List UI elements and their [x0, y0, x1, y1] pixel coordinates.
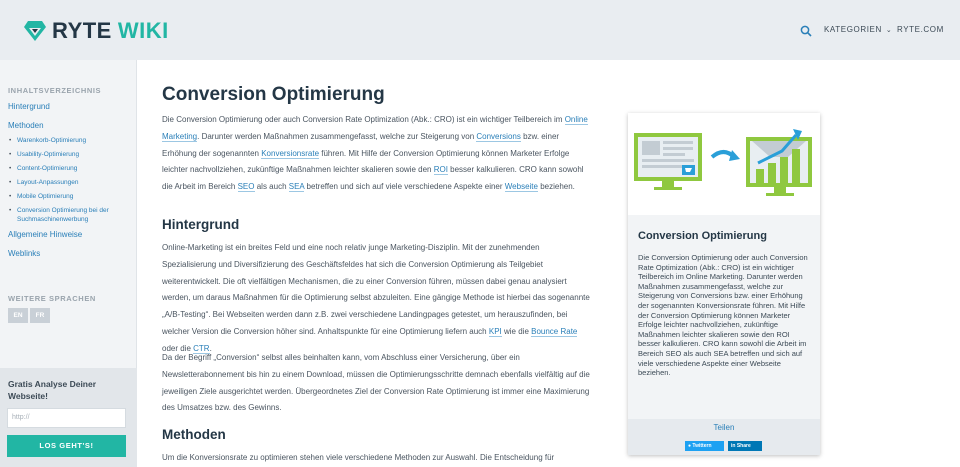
nav-kategorien-label: KATEGORIEN [824, 25, 882, 34]
summary-card: Conversion Optimierung Die Conversion Op… [628, 113, 820, 455]
twitter-share-button[interactable]: ● Twittern [685, 441, 724, 451]
nav-kategorien[interactable]: KATEGORIEN ⌄ [824, 25, 892, 34]
toc-subitem[interactable]: • Warenkorb-Optimierung [9, 137, 132, 146]
heading-hintergrund: Hintergrund [162, 217, 240, 232]
analysis-cta: Gratis Analyse Deiner Webseite! http:// … [0, 368, 137, 467]
logo-text-ryte: RYTE [52, 18, 112, 43]
intro-paragraph: Die Conversion Optimierung oder auch Con… [162, 115, 588, 193]
share-label[interactable]: Teilen [628, 423, 820, 432]
link-bounce-rate[interactable]: Bounce Rate [531, 326, 578, 337]
link-seo[interactable]: SEO [237, 182, 255, 193]
hintergrund-paragraph: Online-Marketing ist ein breites Feld un… [162, 243, 590, 354]
card-title: Conversion Optimierung [638, 230, 767, 242]
toc-subitem[interactable]: • Content-Optimierung [9, 165, 132, 174]
sidebar: INHALTSVERZEICHNIS Hintergrund Methoden … [0, 60, 137, 467]
link-sea[interactable]: SEA [288, 182, 305, 193]
toc-item-methoden[interactable]: Methoden [8, 121, 44, 130]
toc-heading: INHALTSVERZEICHNIS [8, 86, 102, 95]
link-webseite[interactable]: Webseite [504, 182, 538, 193]
languages-heading: WEITERE SPRACHEN [8, 294, 96, 303]
chevron-down-icon: ⌄ [885, 26, 893, 34]
toc-item-allgemeine-hinweise[interactable]: Allgemeine Hinweise [8, 230, 82, 239]
lang-button-fr[interactable]: FR [30, 308, 50, 323]
toc-subitem[interactable]: • Layout-Anpassungen [9, 179, 132, 188]
search-icon[interactable] [800, 25, 812, 37]
site-header: RYTE WIKI KATEGORIEN ⌄ RYTE.COM [0, 0, 960, 60]
card-summary-text: Die Conversion Optimierung oder auch Con… [638, 253, 808, 378]
url-input[interactable]: http:// [7, 408, 126, 428]
toc-subitem[interactable]: • Mobile Optimierung [9, 193, 132, 202]
conversion-illustration [628, 113, 820, 215]
toc-subitem[interactable]: • Conversion Optimierung bei der Suchmasc… [9, 207, 132, 224]
diamond-logo-icon [24, 21, 46, 41]
link-konversionsrate[interactable]: Konversionsrate [261, 148, 320, 159]
methoden-paragraph: Um die Konversionsrate zu optimieren ste… [162, 453, 555, 462]
heading-methoden: Methoden [162, 427, 226, 442]
toc-item-weblinks[interactable]: Weblinks [8, 249, 40, 258]
cta-title: Gratis Analyse Deiner Webseite! [8, 379, 97, 401]
share-bar: Teilen ● Twittern in Share [628, 419, 820, 455]
linkedin-share-button[interactable]: in Share [728, 441, 762, 451]
los-gehts-button[interactable]: LOS GEHT'S! [7, 435, 126, 457]
nav-ryte-com[interactable]: RYTE.COM [897, 25, 944, 34]
toc-subitem[interactable]: • Usability-Optimierung [9, 151, 132, 160]
ryte-wiki-logo[interactable]: RYTE WIKI [24, 18, 169, 44]
link-kpi[interactable]: KPI [488, 326, 502, 337]
logo-text-wiki: WIKI [117, 18, 169, 43]
lang-button-en[interactable]: EN [8, 308, 28, 323]
link-conversions[interactable]: Conversions [476, 131, 521, 142]
conversion-paragraph: Da der Begriff „Conversion“ selbst alles… [162, 353, 590, 413]
link-roi[interactable]: ROI [433, 165, 448, 176]
page-title: Conversion Optimierung [162, 84, 385, 105]
toc-item-hintergrund[interactable]: Hintergrund [8, 102, 50, 111]
